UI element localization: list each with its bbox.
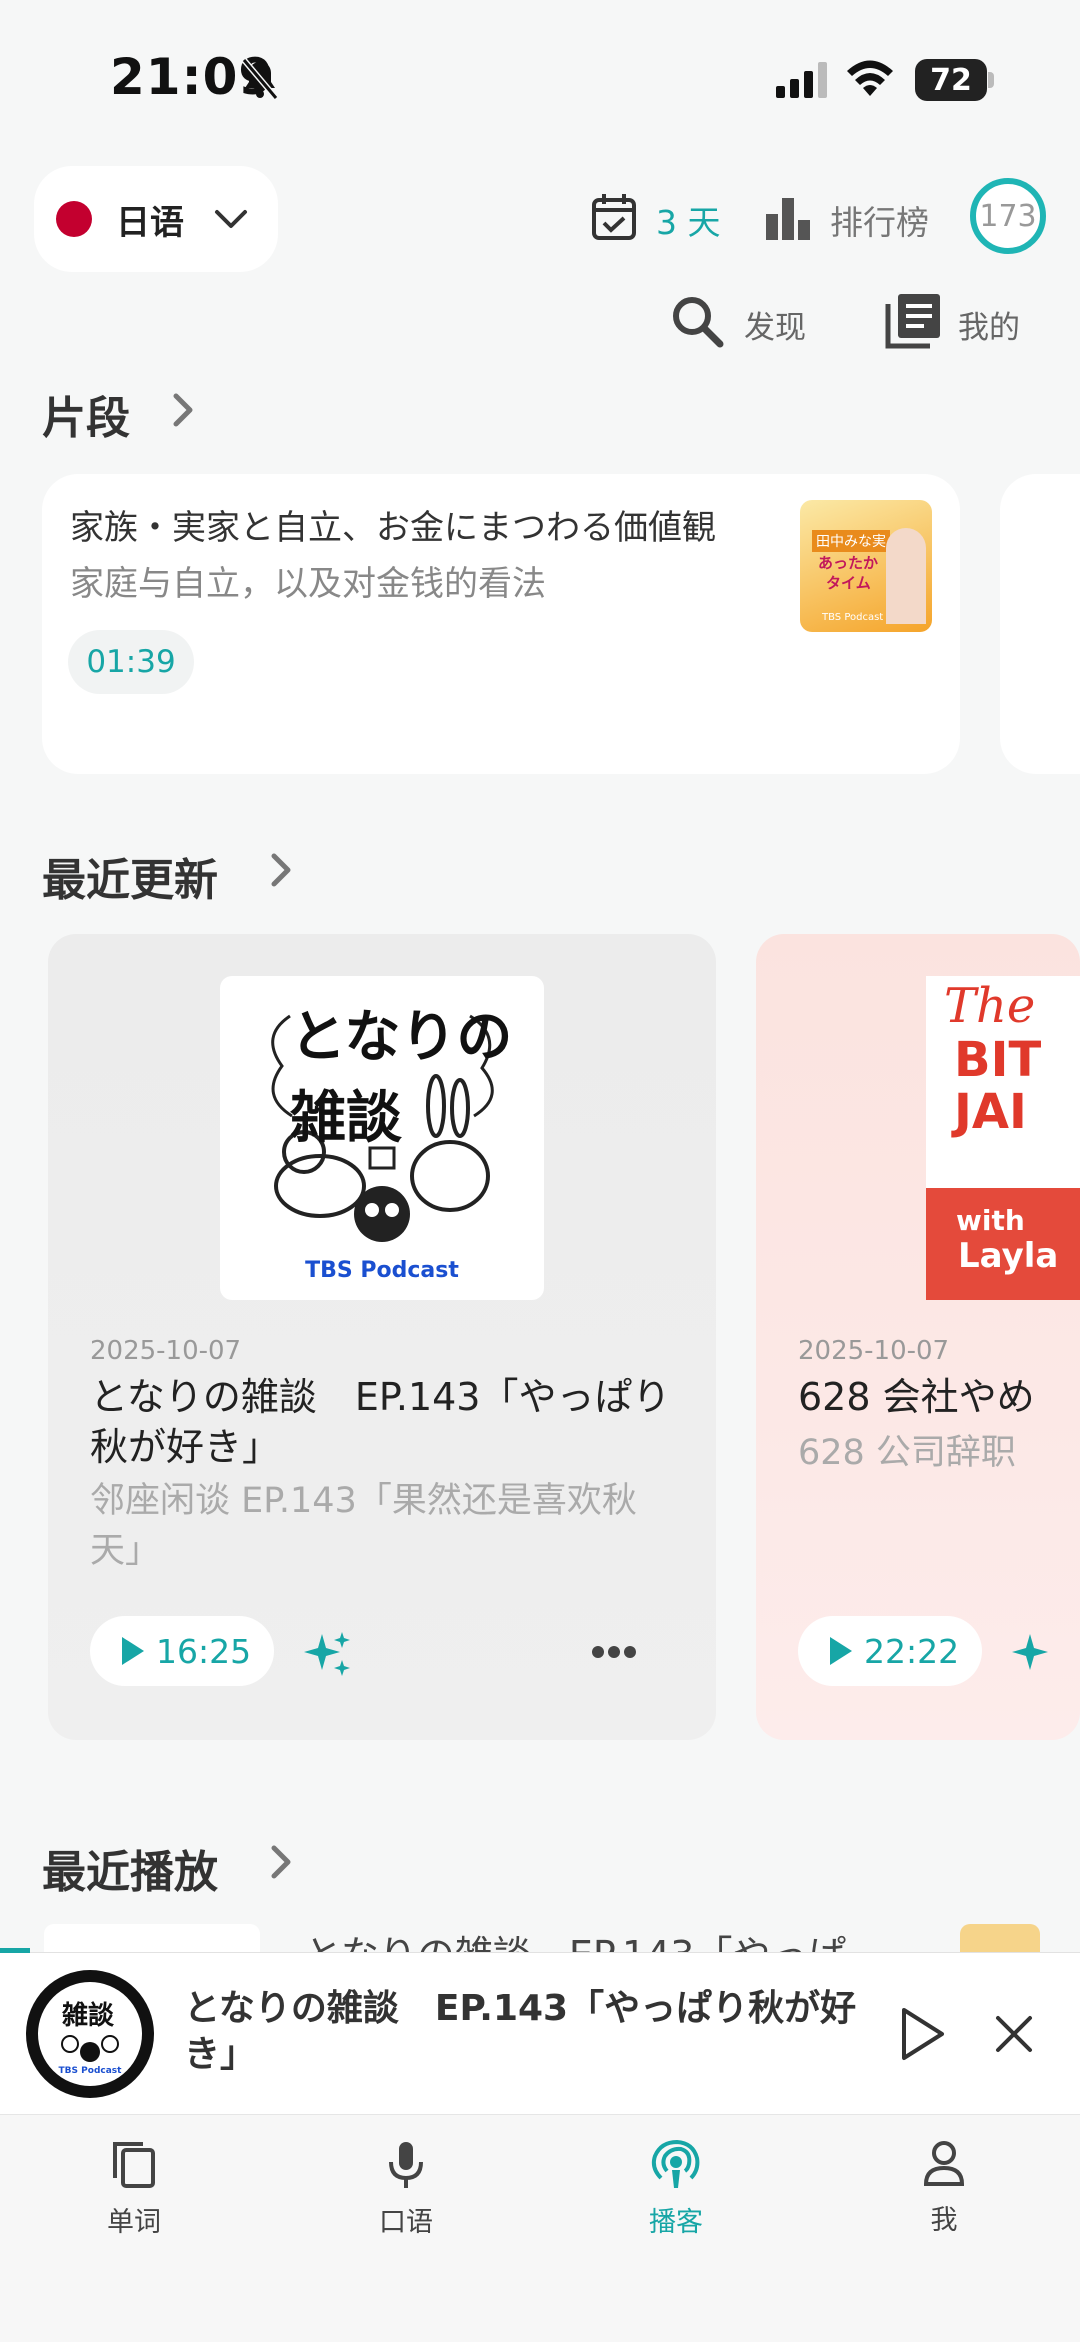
cards-icon (113, 2142, 155, 2188)
episode-cover: となりの雑談 TBS Podcast (220, 976, 544, 1300)
discover-link[interactable]: 发现 (744, 302, 806, 347)
library-icon[interactable] (884, 292, 942, 350)
player-artwork: 雑談 TBS Podcast (38, 1982, 142, 2086)
nav-label: 口语 (379, 2207, 433, 2238)
player-art-brand: TBS Podcast (58, 2066, 122, 2076)
chevron-right-icon[interactable] (268, 852, 294, 888)
playback-progress[interactable] (0, 1948, 30, 1953)
bell-muted-icon (241, 58, 279, 100)
episode-duration: 22:22 (864, 1631, 960, 1671)
chevron-down-icon (215, 210, 247, 228)
cover-brand: TBS Podcast (305, 1258, 459, 1283)
cover-line2: BIT (954, 1032, 1042, 1088)
clip-subtitle: 家庭与自立，以及对金钱的看法 (70, 564, 546, 604)
episode-title: となりの雑談 EP.143「やっぱり秋が好き」 (90, 1375, 671, 1469)
nav-label: 我 (930, 2205, 958, 2236)
svg-text:雑談: 雑談 (61, 2000, 115, 2031)
calendar-check-icon[interactable] (590, 192, 638, 242)
battery-indicator: 72 (915, 59, 987, 101)
recent-item-thumbnail (44, 1924, 260, 1952)
play-icon (830, 1637, 852, 1665)
nav-label: 单词 (107, 2207, 161, 2238)
ranking-link[interactable]: 排行榜 (830, 196, 929, 244)
wifi-icon (847, 60, 893, 96)
clips-section-title[interactable]: 片段 (42, 382, 130, 446)
microphone-icon (389, 2142, 423, 2188)
play-icon[interactable] (898, 2006, 948, 2062)
cover-with: with (956, 1204, 1025, 1237)
now-playing-title[interactable]: となりの雑談 EP.143「やっぱり秋が好き」 (184, 1986, 884, 2078)
cover-title: となりの雑談 (290, 1005, 513, 1151)
japan-flag-icon (56, 201, 92, 237)
play-icon (122, 1637, 144, 1665)
recent-updates-title[interactable]: 最近更新 (42, 844, 218, 908)
episode-cover: The BIT JAI with Layla (926, 976, 1080, 1300)
episode-date: 2025-10-07 (90, 1336, 242, 1366)
nav-tab-me[interactable]: 我 (864, 2140, 1024, 2237)
nav-tab-speaking[interactable]: 口语 (326, 2140, 486, 2239)
user-icon (923, 2141, 965, 2186)
episode-date: 2025-10-07 (798, 1336, 950, 1366)
cellular-signal-icon (776, 62, 827, 98)
battery-tip (988, 72, 994, 88)
thumb-line3: タイム (826, 574, 871, 592)
thumb-brand: TBS Podcast (822, 612, 884, 623)
cover-banner: with Layla (926, 1188, 1080, 1300)
episode-title: 628 会社やめ (798, 1375, 1035, 1419)
recently-played-title[interactable]: 最近播放 (42, 1836, 218, 1900)
streak-days[interactable]: 3 天 (656, 196, 721, 244)
thumb-line2: あったか (818, 554, 879, 572)
podcast-icon (651, 2140, 700, 2188)
episode-subtitle: 邻座闲谈 EP.143「果然还是喜欢秋天」 (90, 1481, 637, 1571)
nav-tab-podcast[interactable]: 播客 (596, 2140, 756, 2239)
chevron-right-icon[interactable] (268, 1844, 294, 1880)
nav-tab-words[interactable]: 单词 (54, 2140, 214, 2239)
clip-duration[interactable]: 01:39 (68, 630, 194, 694)
clip-title: 家族・実家と自立、お金にまつわる価値観 (70, 508, 716, 548)
nav-label: 播客 (649, 2207, 703, 2238)
clip-thumbnail: 田中みな実 あったか タイム TBS Podcast (800, 500, 932, 632)
bar-chart-icon[interactable] (764, 196, 812, 240)
cover-name: Layla (958, 1236, 1059, 1276)
language-selector[interactable]: 日语 (34, 166, 278, 272)
episode-subtitle: 628 公司辞职 (798, 1433, 1016, 1473)
chevron-right-icon[interactable] (170, 392, 196, 428)
sparkle-ai-icon[interactable] (302, 1628, 352, 1678)
cover-line1: The (944, 978, 1036, 1034)
sparkle-ai-icon[interactable] (1010, 1628, 1060, 1678)
play-episode-button[interactable]: 22:22 (798, 1616, 982, 1686)
thumb-name: 田中みな実 (812, 530, 890, 552)
level-badge[interactable]: 173 (970, 178, 1046, 254)
recent-item-thumbnail (960, 1924, 1040, 1952)
search-icon[interactable] (670, 294, 724, 348)
language-label: 日语 (116, 202, 184, 243)
next-clip-card-peek[interactable] (1000, 474, 1080, 774)
cover-line3: JAI (954, 1084, 1027, 1140)
episode-duration: 16:25 (156, 1631, 252, 1671)
mine-link[interactable]: 我的 (958, 302, 1020, 347)
close-icon[interactable] (994, 2014, 1034, 2054)
thumb-portrait (886, 528, 926, 624)
play-episode-button[interactable]: 16:25 (90, 1616, 274, 1686)
more-options-icon[interactable] (590, 1644, 638, 1660)
